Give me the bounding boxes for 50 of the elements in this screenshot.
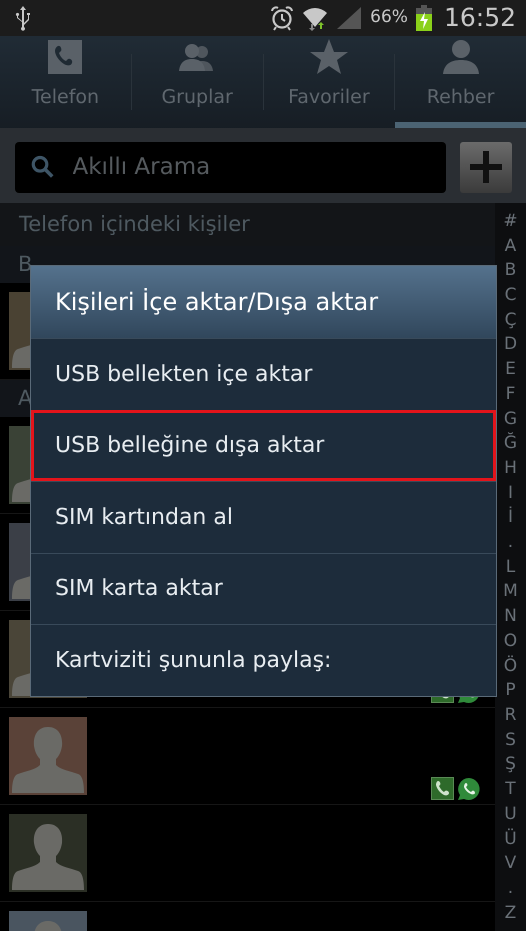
index-letter[interactable]: N	[495, 604, 526, 628]
index-letter[interactable]: T	[495, 777, 526, 802]
add-button[interactable]	[460, 142, 512, 192]
index-letter[interactable]: S	[495, 728, 526, 752]
index-letter[interactable]: Ş	[495, 752, 526, 776]
index-letter[interactable]: E	[495, 357, 526, 382]
index-letter[interactable]: C	[495, 283, 526, 308]
search-field[interactable]: Akıllı Arama	[15, 142, 446, 192]
plus-icon	[470, 151, 502, 183]
index-letter[interactable]: F	[495, 382, 526, 406]
tab[interactable]: Telefon	[0, 36, 131, 128]
clock-time: 16:52	[444, 2, 516, 34]
index-letter[interactable]: G	[495, 406, 526, 431]
call-icon	[431, 776, 454, 800]
index-letter[interactable]: L	[495, 554, 526, 579]
person-icon	[440, 37, 481, 77]
search-icon	[31, 154, 54, 180]
index-letter[interactable]: .	[495, 876, 526, 900]
index-letter[interactable]: H	[495, 456, 526, 480]
alarm-icon	[270, 5, 294, 31]
whatsapp-icon	[457, 776, 481, 801]
index-letter[interactable]: Ö	[495, 654, 526, 678]
battery-charging-icon	[416, 5, 432, 31]
index-letter[interactable]: B	[495, 258, 526, 282]
index-letter[interactable]: D	[495, 332, 526, 356]
index-letter[interactable]: V	[495, 851, 526, 876]
signal-icon	[336, 6, 362, 30]
index-letter[interactable]: İ	[495, 505, 526, 530]
index-letter[interactable]: .	[495, 530, 526, 554]
section-header: Telefon içindeki kişiler	[0, 202, 495, 246]
index-letter[interactable]: #	[495, 208, 526, 233]
tab[interactable]: Favoriler	[264, 36, 394, 128]
wifi-icon	[302, 5, 328, 31]
dialog-title: Kişileri İçe aktar/Dışa aktar	[31, 266, 496, 338]
index-letter[interactable]: R	[495, 702, 526, 727]
index-letter[interactable]: O	[495, 628, 526, 653]
index-letter[interactable]: Ğ	[495, 431, 526, 456]
star-icon	[308, 37, 349, 77]
index-letter[interactable]: Ç	[495, 308, 526, 332]
index-letter[interactable]: U	[495, 802, 526, 826]
menu-item[interactable]: USB belleğine dışa aktar	[31, 410, 496, 481]
index-letter[interactable]: I	[495, 480, 526, 505]
index-letter[interactable]: A	[495, 234, 526, 258]
index-letter[interactable]: P	[495, 678, 526, 702]
index-letter[interactable]: M	[495, 579, 526, 604]
index-letter[interactable]: Ü	[495, 826, 526, 850]
tab[interactable]: Gruplar	[132, 36, 262, 128]
battery-percent: 66%	[370, 6, 408, 30]
index-letter[interactable]: Z	[495, 900, 526, 925]
usb-icon	[14, 5, 32, 31]
